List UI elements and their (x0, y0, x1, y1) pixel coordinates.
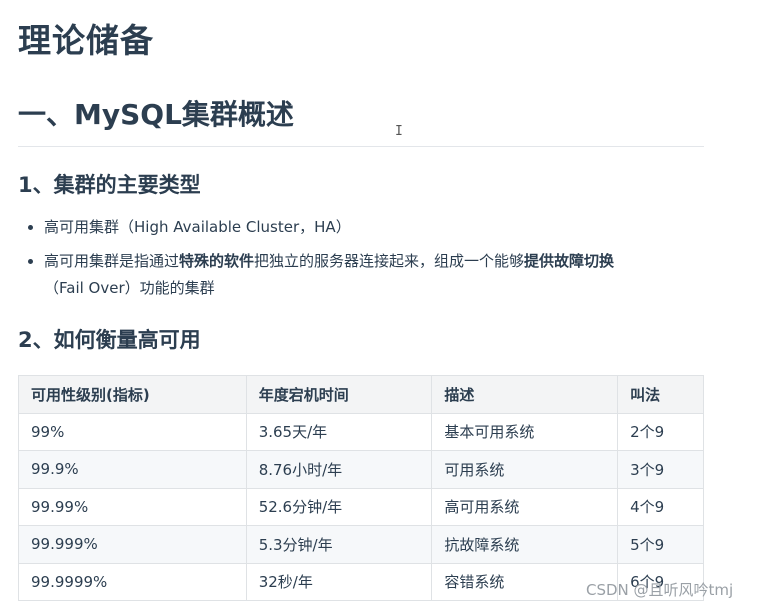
table-cell: 3个9 (617, 450, 704, 489)
table-cell: 2个9 (617, 412, 704, 451)
section-heading: 一、MySQL集群概述 (18, 98, 294, 131)
bullet-dot-icon (28, 259, 33, 264)
table-cell: 抗故障系统 (431, 525, 619, 564)
table-header-row: 可用性级别(指标) 年度宕机时间 描述 叫法 (18, 375, 704, 414)
table-cell: 3.65天/年 (245, 412, 433, 451)
availability-table: 可用性级别(指标) 年度宕机时间 描述 叫法 99% 3.65天/年 基本可用系… (18, 375, 704, 601)
table-cell: 5个9 (617, 525, 704, 564)
table-header-cell: 可用性级别(指标) (18, 375, 247, 414)
table-cell: 99.9% (18, 450, 247, 489)
table-row: 99.999% 5.3分钟/年 抗故障系统 5个9 (18, 525, 704, 564)
table-cell: 99% (18, 412, 247, 451)
list-item: 高可用集群（High Available Cluster，HA） (18, 214, 704, 241)
bullet-text-mid: 把独立的服务器连接起来，组成一个能够 (254, 252, 525, 270)
subheading-measure-ha: 2、如何衡量高可用 (18, 328, 201, 352)
table-row: 99.9% 8.76小时/年 可用系统 3个9 (18, 450, 704, 489)
bullet-dot-icon (28, 225, 33, 230)
table-cell: 4个9 (617, 487, 704, 526)
table-cell: 99.99% (18, 487, 247, 526)
table-cell: 基本可用系统 (431, 412, 619, 451)
bullet-bold-text: 提供故障切换 (524, 252, 615, 270)
subheading-cluster-types: 1、集群的主要类型 (18, 173, 201, 197)
table-row: 99% 3.65天/年 基本可用系统 2个9 (18, 412, 704, 451)
bullet-text-pre: 高可用集群是指通过 (44, 252, 180, 270)
bullet-list: 高可用集群（High Available Cluster，HA） 高可用集群是指… (18, 214, 704, 309)
table-cell: 8.76小时/年 (245, 450, 433, 489)
table-cell: 52.6分钟/年 (245, 487, 433, 526)
table-header-cell: 描述 (431, 375, 619, 414)
table-cell: 可用系统 (431, 450, 619, 489)
table-cell: 32秒/年 (245, 562, 433, 601)
table-row: 99.99% 52.6分钟/年 高可用系统 4个9 (18, 487, 704, 526)
heading-divider (18, 146, 704, 147)
text-cursor-icon: I (395, 124, 403, 139)
table-header-cell: 叫法 (617, 375, 704, 414)
bullet-text-post: （Fail Over）功能的集群 (44, 279, 215, 297)
page-title: 理论储备 (18, 21, 154, 60)
table-header-cell: 年度宕机时间 (245, 375, 433, 414)
watermark: CSDN @且听风吟tmj (586, 581, 734, 599)
table-cell: 99.9999% (18, 562, 247, 601)
bullet-bold-text: 特殊的软件 (179, 252, 255, 270)
bullet-text: 高可用集群（High Available Cluster，HA） (44, 218, 351, 236)
table-cell: 高可用系统 (431, 487, 619, 526)
list-item: 高可用集群是指通过特殊的软件把独立的服务器连接起来，组成一个能够提供故障切换 （F… (18, 248, 704, 302)
table-cell: 99.999% (18, 525, 247, 564)
table-cell: 5.3分钟/年 (245, 525, 433, 564)
